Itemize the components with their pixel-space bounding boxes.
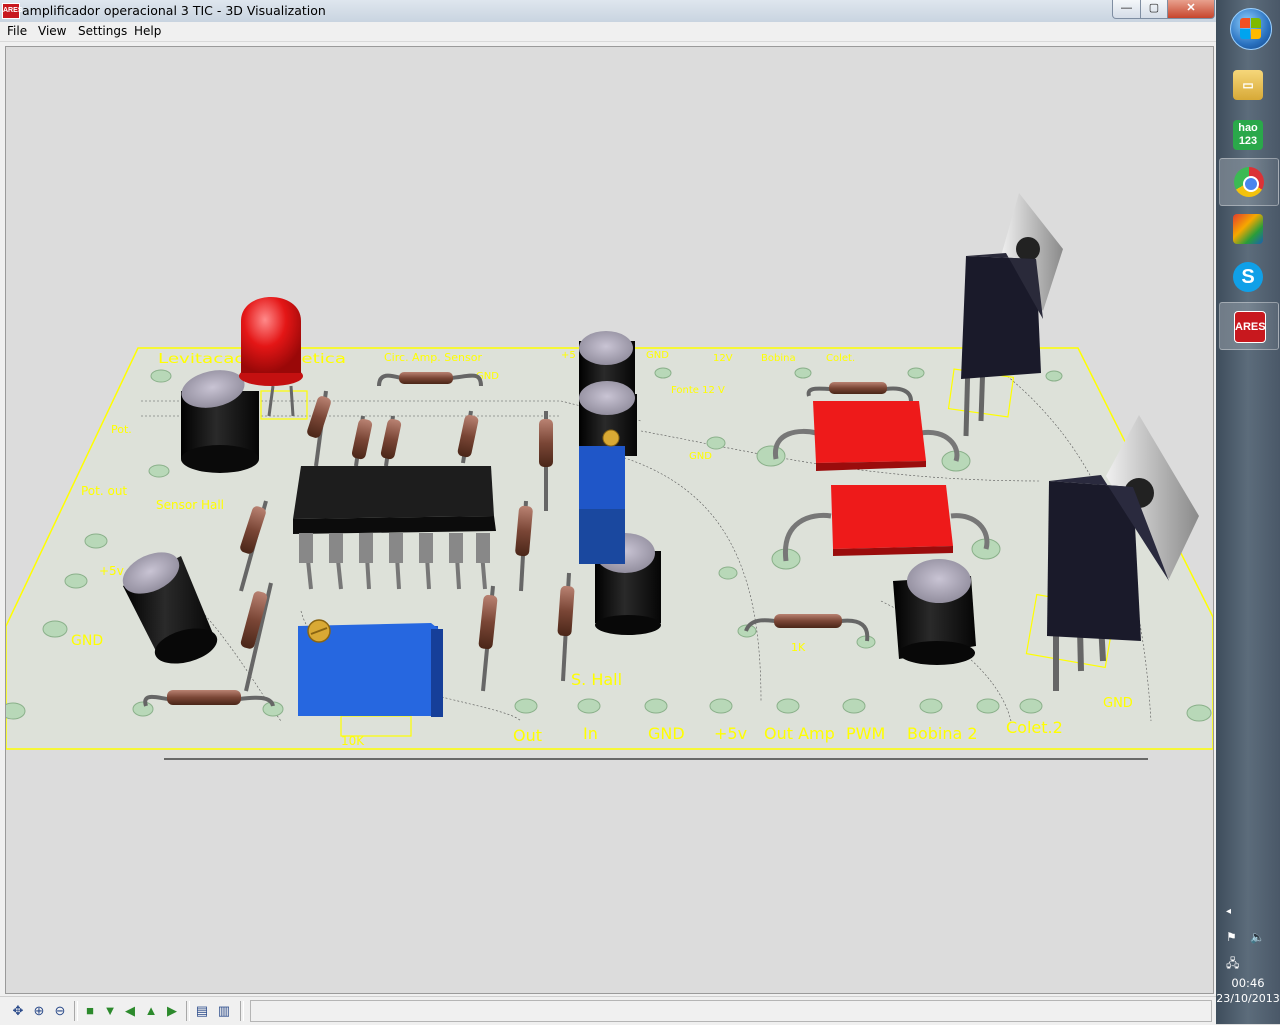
menu-view[interactable]: View (38, 24, 66, 38)
silk-gnd-transistor: GND (1103, 696, 1133, 711)
silk-colet2: Colet.2 (1006, 718, 1063, 737)
silk-gnd-top2: GND (646, 350, 669, 361)
zoom-in-icon[interactable]: ⊕ (31, 1003, 47, 1019)
taskbar-skype[interactable]: S (1219, 254, 1277, 300)
windows-taskbar: ▭ hao 123 S ARES (1216, 0, 1280, 1024)
3d-viewport[interactable]: Levitacao Magnetica Circ. Amp. Sensor GN… (0, 46, 1214, 994)
silk-bobina2: Bobina 2 (907, 724, 978, 743)
view-back-icon[interactable]: ▲ (143, 1003, 159, 1019)
start-button[interactable] (1230, 8, 1272, 50)
clock-time[interactable]: 00:46 (1216, 976, 1280, 990)
menu-settings[interactable]: Settings (78, 24, 127, 38)
maximize-button[interactable]: ▢ (1140, 0, 1168, 19)
silk-plus5-top: +5 (561, 350, 576, 361)
explorer-icon: ▭ (1233, 70, 1263, 100)
close-button[interactable]: ✕ (1167, 0, 1215, 19)
network-icon[interactable]: 🖧 (1226, 954, 1239, 975)
silk-out: Out (513, 726, 542, 745)
dimensions-icon[interactable]: ▤ (194, 1003, 210, 1019)
silk-gnd-bottom: GND (648, 724, 685, 743)
silk-plus5v-left: +5v (99, 564, 124, 578)
taskbar-explorer[interactable]: ▭ (1219, 62, 1277, 108)
view-front-icon[interactable]: ▼ (102, 1003, 118, 1019)
app-window: ARES amplificador operacional 3 TIC - 3D… (0, 0, 1216, 1025)
taskbar-winamp[interactable] (1219, 206, 1277, 252)
pcb-3d-scene: Levitacao Magnetica Circ. Amp. Sensor GN… (0, 193, 1214, 760)
tray-expand-icon[interactable]: ◂ (1226, 906, 1231, 917)
menu-help[interactable]: Help (134, 24, 161, 38)
silk-pot: Pot. (111, 423, 132, 436)
ares-app-icon: ARES (2, 3, 22, 19)
pan-icon[interactable]: ✥ (10, 1003, 26, 1019)
action-center-flag-icon[interactable]: ⚑ (1226, 930, 1240, 944)
winamp-icon (1233, 214, 1263, 244)
status-toolbar: ✥ ⊕ ⊖ ■ ▼ ◀ ▲ ▶ ▤ ▥ (0, 996, 1216, 1025)
silk-plus5v-bottom: +5v (714, 724, 747, 743)
silk-circ-amp: Circ. Amp. Sensor (384, 351, 482, 364)
view-left-icon[interactable]: ◀ (122, 1003, 138, 1019)
clock-date[interactable]: 23/10/2013 (1216, 992, 1280, 1005)
silk-fonte: Fonte 12 V (671, 385, 725, 396)
minimize-button[interactable]: — (1112, 0, 1141, 19)
volume-icon[interactable]: 🔈 (1250, 930, 1265, 944)
silk-s-hall: S. Hall (571, 670, 622, 689)
silk-in: In (583, 724, 598, 743)
window-title: amplificador operacional 3 TIC - 3D Visu… (22, 3, 326, 18)
menu-file[interactable]: File (7, 24, 27, 38)
trimpot-middle (579, 429, 625, 564)
taskbar-chrome[interactable] (1219, 158, 1279, 206)
trimpot-left (298, 619, 443, 717)
menu-bar: File View Settings Help (0, 22, 1216, 42)
silk-out-amp: Out Amp (764, 724, 835, 743)
taskbar-hao123[interactable]: hao 123 (1219, 112, 1277, 158)
silk-colet: Colet. (826, 353, 855, 364)
view-right-icon[interactable]: ▶ (164, 1003, 180, 1019)
silk-bobina: Bobina (761, 353, 796, 364)
layers-icon[interactable]: ▥ (216, 1003, 232, 1019)
silk-gnd-mid: GND (689, 451, 712, 462)
silk-gnd-left: GND (71, 633, 103, 649)
skype-icon: S (1233, 262, 1263, 292)
taskbar-ares[interactable]: ARES (1219, 302, 1279, 350)
silk-pot-out: Pot. out (81, 484, 127, 498)
status-field (250, 1000, 1212, 1022)
hao123-icon: hao 123 (1233, 120, 1263, 150)
title-bar: ARES amplificador operacional 3 TIC - 3D… (0, 0, 1216, 23)
silk-pwm: PWM (846, 724, 885, 743)
view-top-icon[interactable]: ■ (82, 1003, 98, 1019)
ares-icon: ARES (1234, 311, 1266, 343)
silk-12v: 12V (713, 353, 733, 364)
zoom-out-icon[interactable]: ⊖ (52, 1003, 68, 1019)
silk-1k-right: 1K (791, 641, 806, 654)
chrome-icon (1234, 167, 1264, 197)
silk-sensor-hall: Sensor Hall (156, 498, 224, 512)
